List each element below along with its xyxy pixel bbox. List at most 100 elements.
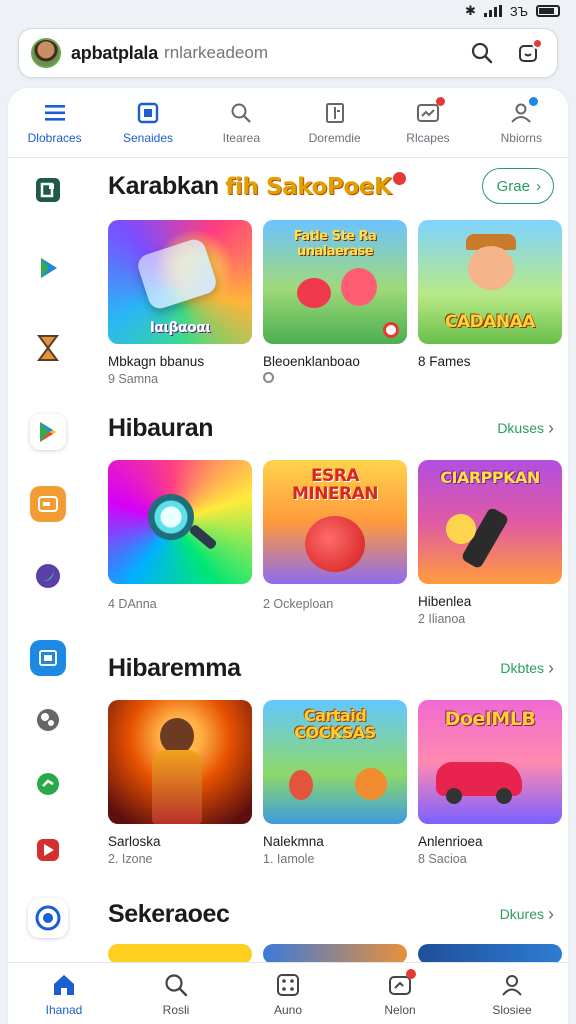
circle-app-icon[interactable]: [28, 898, 68, 938]
game-card[interactable]: CIARPPKAN Hibenlea 2 Ilianoa: [418, 460, 562, 626]
nav-badge: [406, 968, 416, 979]
chevron-right-icon: ›: [536, 177, 541, 195]
card-row: Ιαιβαοαι Mbkagn bbanus 9 Samna Fatle Ste…: [108, 220, 562, 386]
wallet-icon[interactable]: [30, 486, 66, 522]
card-row: Sarloska 2. Izone Cartaid COCKSAS Nalekm…: [108, 700, 562, 866]
game-artwork: [108, 460, 252, 584]
moon-icon[interactable]: [30, 558, 66, 594]
section-title: Karabkan fih SakoPoeK: [108, 171, 407, 201]
card-title: Mbkagn bbanus: [108, 354, 205, 369]
card-meta: [263, 372, 407, 383]
game-artwork: [108, 944, 252, 964]
see-more-link[interactable]: Dkuses ›: [497, 419, 554, 437]
game-card[interactable]: Ιαιβαοαι Mbkagn bbanus 9 Samna: [108, 220, 252, 386]
main-panel: Dlobraces Senaides Itearea Doremdie Rlca…: [8, 88, 568, 1024]
section-title: Hibauran: [108, 413, 214, 442]
game-card[interactable]: Sarloska 2. Izone: [108, 700, 252, 866]
game-artwork: [418, 944, 562, 964]
tab-senaides[interactable]: Senaides: [101, 88, 194, 157]
notification-icon: [386, 968, 416, 999]
play-icon[interactable]: [30, 250, 66, 286]
game-card[interactable]: Cartaid COCKSAS Nalekmna 1. Iamole: [263, 700, 407, 866]
notifications-button[interactable]: [511, 36, 545, 70]
tab-label: Itearea: [222, 130, 260, 145]
tab-label: Doremdie: [308, 130, 361, 145]
nav-label: Nelon: [384, 1002, 416, 1017]
notification-badge: [532, 38, 543, 49]
tab-nbiorns[interactable]: Nbiorns: [475, 88, 568, 157]
profile-icon: [498, 971, 526, 999]
home-icon: [50, 971, 78, 999]
section-hibauran: Hibauran Dkuses ›: [108, 408, 554, 448]
gamepad-icon[interactable]: [30, 702, 66, 738]
game-card[interactable]: [263, 944, 407, 964]
game-card[interactable]: ESRA MINERAN 2 Ockeploan: [263, 460, 407, 626]
status-text: ЗЪ: [509, 3, 528, 19]
status-bar: ✱ ЗЪ: [0, 0, 576, 22]
nav-notifications[interactable]: Nelon: [344, 963, 456, 1024]
chevron-right-icon: ›: [548, 418, 554, 438]
game-card[interactable]: [108, 944, 252, 964]
game-artwork: ESRA MINERAN: [263, 460, 407, 584]
nav-label: Rosli: [162, 1002, 190, 1017]
tab-label: Rlcapes: [406, 130, 450, 145]
chevron-right-icon: ›: [548, 904, 554, 924]
avatar[interactable]: [31, 38, 61, 68]
nav-label: Auno: [273, 1002, 303, 1017]
video-icon[interactable]: [30, 832, 66, 868]
card-row: 4 DAnna ESRA MINERAN 2 Ockeploan CIARPPK…: [108, 460, 562, 626]
game-artwork: DoeIMLB: [418, 700, 562, 824]
card-meta: 2. Izone: [108, 852, 153, 866]
section-title: Hibaremma: [108, 653, 241, 682]
hourglass-icon[interactable]: [30, 330, 66, 366]
bottom-nav: Ihanad Rosli Auno Nelon Slosiee: [8, 962, 568, 1024]
card-title: Bleoenklanboao: [263, 354, 360, 369]
search-icon: [229, 101, 253, 125]
rail-app-icon[interactable]: [30, 172, 66, 208]
search-input[interactable]: [164, 43, 453, 63]
battery-icon: [536, 5, 560, 17]
top-tab-bar: Dlobraces Senaides Itearea Doremdie Rlca…: [8, 88, 568, 158]
tab-dlobraces[interactable]: Dlobraces: [8, 88, 101, 157]
photo-icon[interactable]: [30, 640, 66, 676]
notification-icon: [416, 96, 445, 125]
game-card[interactable]: Fatle Ste Ra unalaerase Bleoenklanboao: [263, 220, 407, 386]
card-meta: 2 Ilianoa: [418, 612, 466, 626]
tab-rlcapes[interactable]: Rlcapes: [381, 88, 474, 157]
game-card[interactable]: DoeIMLB Anlenrioea 8 Sacioa: [418, 700, 562, 866]
section-hibaremma: Hibaremma Dkbtes ›: [108, 648, 554, 688]
search-bar[interactable]: apbatplala: [18, 28, 558, 78]
game-card[interactable]: [418, 944, 562, 964]
section-sekeraoec: Sekeraoec Dkures ›: [108, 894, 554, 934]
game-card[interactable]: 4 DAnna: [108, 460, 252, 626]
book-icon: [323, 101, 347, 125]
game-artwork: Ιαιβαοαι: [108, 220, 252, 344]
card-meta: 4 DAnna: [108, 597, 157, 611]
grid-icon: [136, 101, 160, 125]
see-more-link[interactable]: Dkures ›: [500, 905, 554, 923]
game-artwork: Cartaid COCKSAS: [263, 700, 407, 824]
card-meta: 2 Ockeploan: [263, 597, 334, 611]
card-title: Anlenrioea: [418, 834, 483, 849]
game-card[interactable]: CADANAA 8 Fames: [418, 220, 562, 386]
card-row: [108, 944, 562, 964]
card-title: Hibenlea: [418, 594, 472, 609]
tab-doremdie[interactable]: Doremdie: [288, 88, 381, 157]
game-artwork: CIARPPKAN: [418, 460, 562, 584]
chat-icon[interactable]: [30, 766, 66, 802]
content-area: Karabkan fih SakoPoeK Grae › Ιαιβαοαι Mb…: [108, 158, 562, 964]
nav-search[interactable]: Rosli: [120, 963, 232, 1024]
card-meta: 8 Sacioa: [418, 852, 467, 866]
search-button[interactable]: [465, 36, 499, 70]
nav-games[interactable]: Auno: [232, 963, 344, 1024]
card-meta: 9 Samna: [108, 372, 159, 386]
tab-itearea[interactable]: Itearea: [195, 88, 288, 157]
nav-profile[interactable]: Slosiee: [456, 963, 568, 1024]
nav-home[interactable]: Ihanad: [8, 963, 120, 1024]
nav-label: Slosiee: [492, 1002, 532, 1017]
search-icon: [471, 42, 493, 64]
wifi-icon: ✱: [464, 3, 476, 18]
play-store-icon[interactable]: [30, 414, 66, 450]
see-more-link[interactable]: Dkbtes ›: [500, 659, 554, 677]
view-all-button[interactable]: Grae ›: [481, 168, 554, 204]
